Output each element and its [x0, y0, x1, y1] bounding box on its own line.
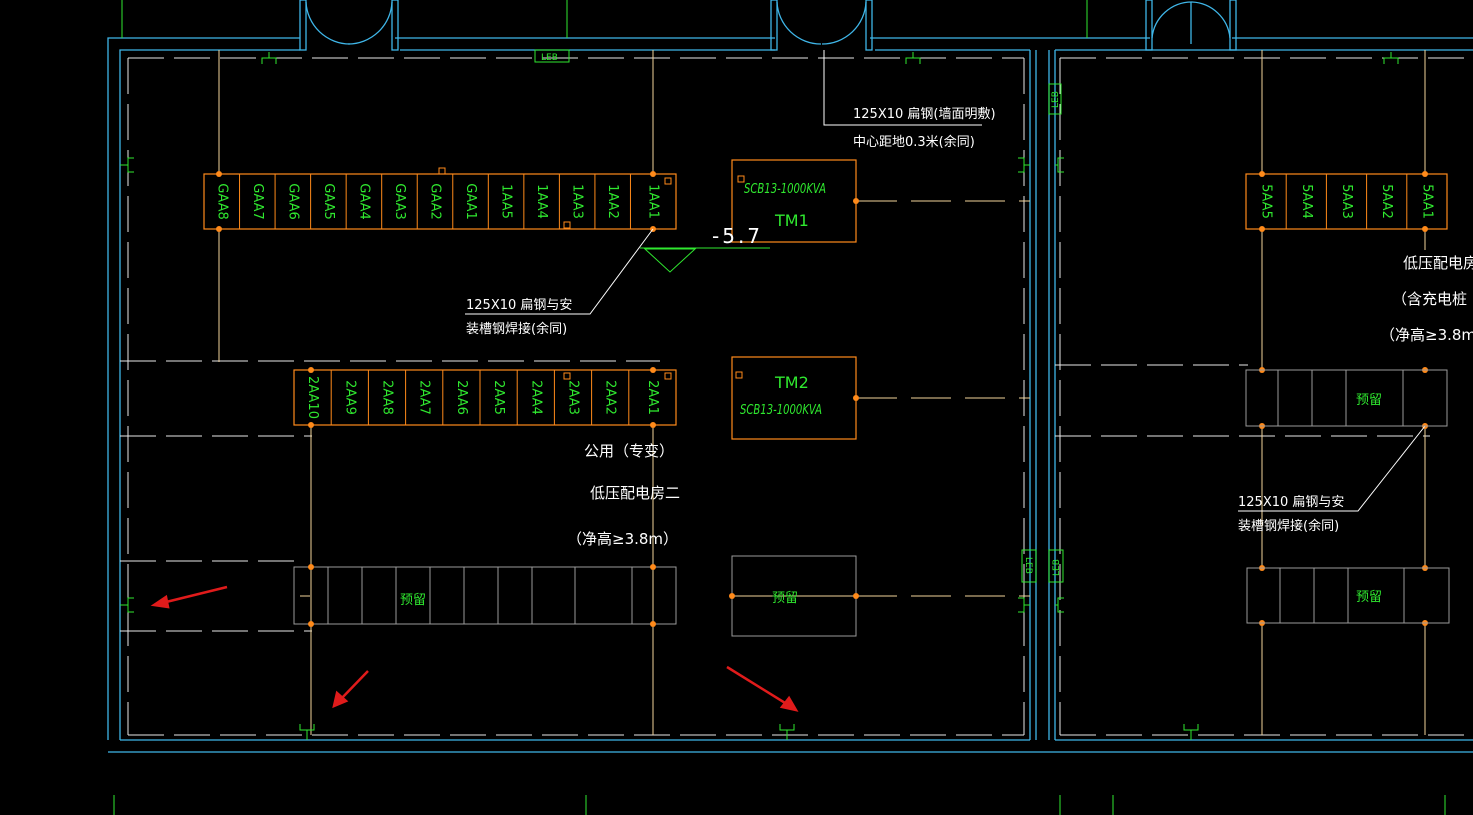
panel-cell-label: GAA1	[463, 183, 478, 220]
note-flat-steel-weld-2: 装槽钢焊接(余同)	[466, 321, 567, 337]
panel-cell-label: 1AA5	[499, 184, 514, 219]
reserved-label-right-1: 预留	[1356, 393, 1382, 408]
panel-cell-label: GAA2	[428, 183, 443, 220]
panel-cell-label: 2AA1	[645, 380, 660, 415]
panel-cell-label: 5AA3	[1339, 184, 1354, 219]
panel-cell-label: 2AA3	[566, 380, 581, 415]
reserved-label-row3: 预留	[400, 593, 426, 608]
panel-cell-label: GAA6	[285, 183, 300, 220]
panel-cell-5aa5[interactable]: 5AA5	[1259, 184, 1274, 219]
panel-cell-2aa10[interactable]: 2AA10	[305, 376, 320, 419]
panel-cell-label: GAA5	[321, 183, 336, 220]
reserved-label-right-2: 预留	[1356, 590, 1382, 605]
panel-cell-label: 5AA5	[1259, 184, 1274, 219]
panel-cell-label: 2AA6	[454, 380, 469, 415]
leb-label-center-left: LEB	[1023, 557, 1033, 574]
leb-label-top: LEB	[541, 53, 558, 63]
right-room-sub-label: （含充电桩	[1392, 290, 1467, 308]
elevation-label: -5.7	[712, 224, 763, 248]
panel-cell-label: 2AA9	[342, 380, 357, 415]
background	[0, 0, 1473, 815]
right-room-name-label: 低压配电房	[1403, 254, 1473, 272]
panel-cell-label: 2AA8	[380, 380, 395, 415]
tm2-name: TM2	[774, 373, 809, 392]
room-height-label: （净高≥3.8m）	[567, 530, 678, 548]
note-flat-steel-wall-1: 125X10 扁钢(墙面明敷)	[853, 107, 996, 122]
note-right-weld-1: 125X10 扁钢与安	[1238, 495, 1344, 510]
right-room-height-label: （净高≥3.8m	[1380, 326, 1473, 344]
panel-cell-label: 1AA2	[605, 184, 620, 219]
panel-cell-label: 2AA2	[603, 380, 618, 415]
room-name-label: 低压配电房二	[590, 484, 680, 502]
note-right-weld-2: 装槽钢焊接(余同)	[1238, 518, 1339, 534]
panel-cell-label: 2AA5	[491, 380, 506, 415]
panel-cell-label: GAA8	[214, 183, 229, 220]
panel-cell-gaa8[interactable]: GAA8	[214, 183, 229, 220]
room-public-label: 公用（专变）	[584, 442, 674, 460]
panel-cell-label: 5AA2	[1379, 184, 1394, 219]
panel-cell-label: GAA4	[356, 183, 371, 220]
panel-cell-label: 5AA4	[1299, 184, 1314, 219]
panel-cell-label: 2AA4	[528, 380, 543, 415]
panel-cell-label: 2AA7	[417, 380, 432, 415]
panel-cell-label: 1AA3	[570, 184, 585, 219]
cad-drawing-canvas[interactable]: GAA8 GAA7 GAA6 GAA5 GAA4 GAA3 GAA2 GAA1 1AA5 1AA4…	[0, 0, 1473, 815]
panel-cell-label: 1AA1	[646, 184, 661, 219]
tm1-model: SCB13-1000KVA	[744, 182, 826, 197]
panel-cell-label: GAA3	[392, 183, 407, 220]
panel-cell-label: 1AA4	[534, 184, 549, 219]
note-flat-steel-wall-2: 中心距地0.3米(余同)	[853, 134, 975, 150]
panel-cell-label: 2AA10	[305, 376, 320, 419]
panel-cell-label: 5AA1	[1419, 184, 1434, 219]
leb-label-right-top: LEB	[1051, 91, 1061, 108]
reserved-label-tm: 预留	[772, 591, 798, 606]
panel-cell-label: GAA7	[250, 183, 265, 220]
note-flat-steel-weld-1: 125X10 扁钢与安	[466, 298, 572, 313]
tm1-name: TM1	[774, 211, 809, 230]
tm2-model: SCB13-1000KVA	[740, 403, 822, 418]
leb-label-center-right: LEB	[1052, 559, 1062, 576]
